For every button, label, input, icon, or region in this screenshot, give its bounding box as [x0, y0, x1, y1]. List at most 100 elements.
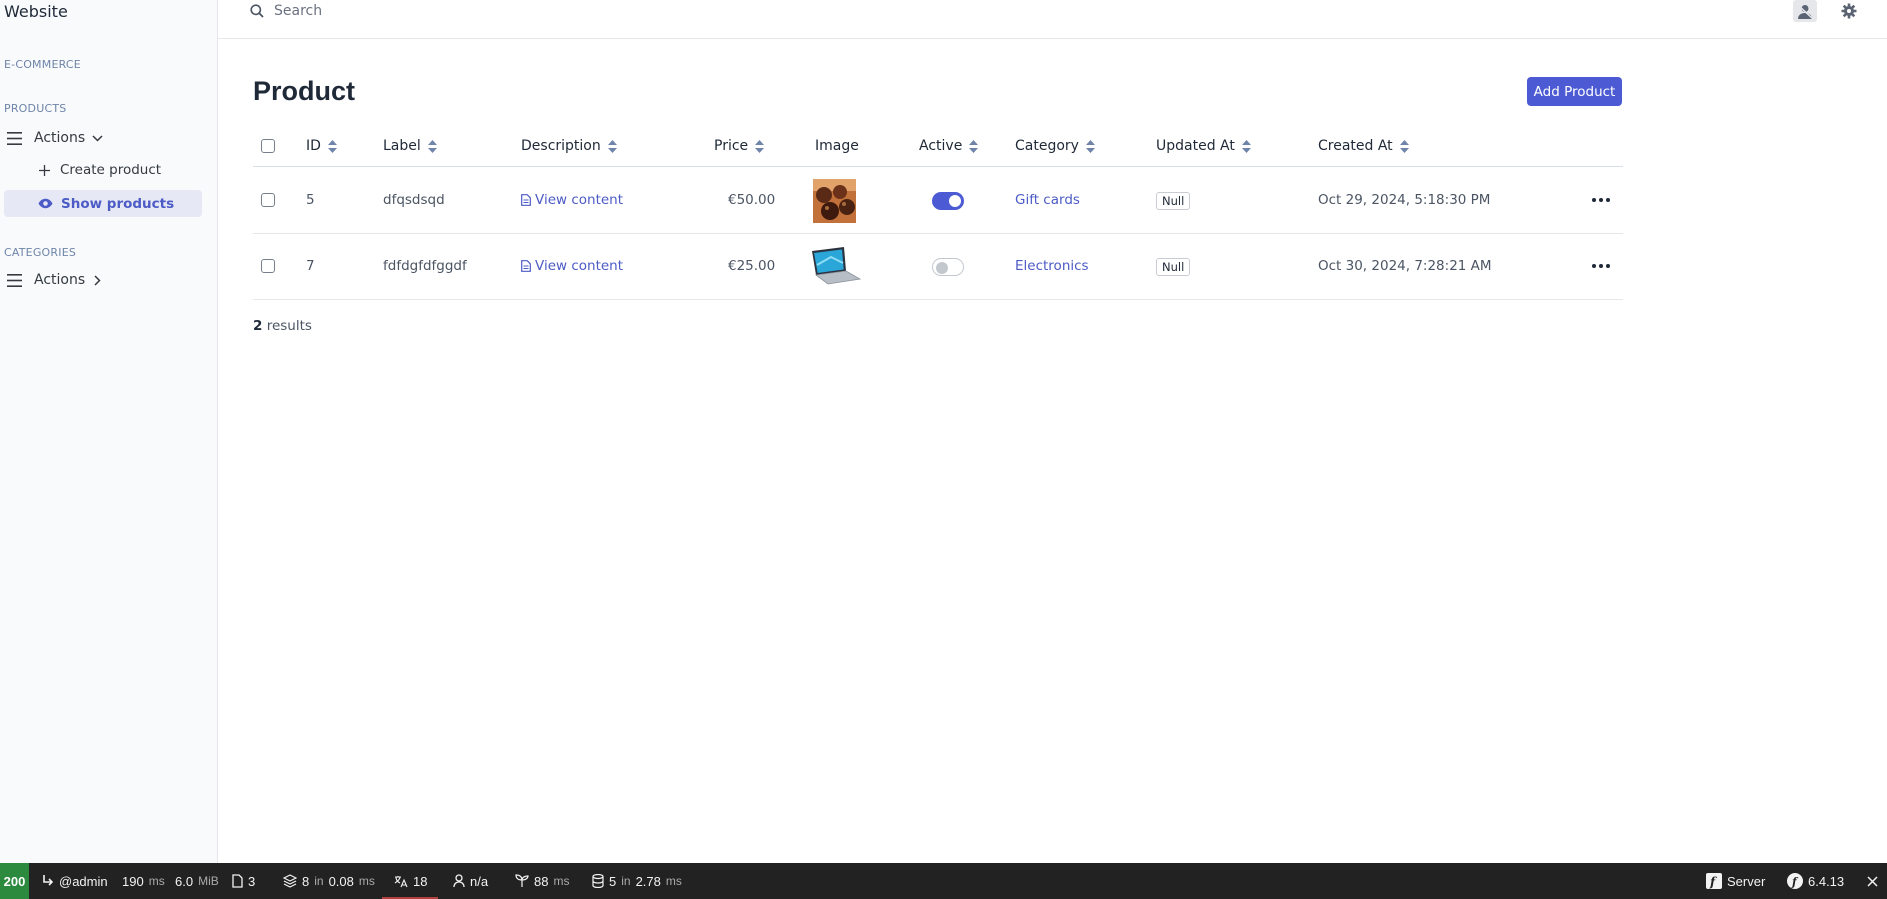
toolbar-user: @admin: [59, 873, 108, 889]
sort-icon: [427, 139, 437, 153]
chevron-right-icon: [94, 274, 101, 286]
sidebar-item-show-products[interactable]: Show products: [4, 190, 202, 217]
translations-count: 18: [413, 873, 428, 889]
time-value: 190: [122, 873, 144, 889]
memory-value: 6.0: [175, 873, 194, 889]
db-count: 5: [609, 873, 617, 889]
sidebar-item-create-product[interactable]: Create product: [39, 162, 161, 178]
category-link[interactable]: Electronics: [1015, 258, 1089, 274]
chevron-down-icon: [92, 134, 103, 142]
search-input[interactable]: [274, 3, 674, 19]
time-unit: ms: [148, 874, 165, 888]
column-label: Label: [383, 138, 421, 154]
memory-unit: MiB: [198, 874, 219, 888]
cache-in: in: [314, 874, 324, 888]
column-header-description[interactable]: Description: [521, 138, 617, 154]
toolbar-cache[interactable]: 8 in 0.08 ms: [283, 863, 375, 899]
table-header-divider: [253, 166, 1623, 167]
status-code-badge[interactable]: 200: [0, 863, 29, 899]
row-divider: [253, 299, 1623, 300]
db-time: 2.78: [635, 873, 661, 889]
cache-count: 8: [302, 873, 310, 889]
person-icon: [453, 874, 465, 888]
row-actions-menu[interactable]: [1588, 260, 1614, 272]
hamburger-icon: [7, 131, 22, 145]
add-product-button[interactable]: Add Product: [1527, 77, 1622, 106]
toolbar-forms[interactable]: 3: [232, 863, 255, 899]
column-label: ID: [306, 138, 321, 154]
brand-title[interactable]: Website: [4, 2, 68, 21]
create-product-label: Create product: [60, 162, 162, 178]
row-checkbox[interactable]: [261, 259, 275, 273]
db-in: in: [621, 874, 631, 888]
toolbar-security[interactable]: n/a: [453, 863, 488, 899]
twig-time: 88: [534, 873, 549, 889]
view-content-link[interactable]: View content: [521, 258, 623, 274]
column-label: Active: [919, 138, 963, 154]
results-label: results: [266, 318, 312, 334]
category-link[interactable]: Gift cards: [1015, 192, 1080, 208]
toolbar-translations[interactable]: 18: [394, 863, 427, 899]
toolbar-database[interactable]: 5 in 2.78 ms: [592, 863, 682, 899]
view-content-label: View content: [535, 192, 624, 208]
route-arrow-icon: [43, 875, 54, 886]
row-actions-menu[interactable]: [1588, 194, 1614, 206]
categories-actions-menu[interactable]: Actions: [7, 272, 101, 288]
view-content-link[interactable]: View content: [521, 192, 623, 208]
settings-button[interactable]: [1838, 0, 1860, 22]
column-header-category[interactable]: Category: [1015, 138, 1095, 154]
toolbar-symfony-version[interactable]: f 6.4.13: [1787, 863, 1844, 899]
sort-icon: [1241, 139, 1251, 153]
eye-icon: [38, 198, 53, 209]
column-header-price[interactable]: Price: [714, 138, 765, 154]
cell-label: dfqsdsqd: [383, 192, 445, 208]
user-icon: [1797, 3, 1813, 19]
column-label: Image: [815, 138, 859, 154]
products-actions-menu[interactable]: Actions: [7, 130, 103, 146]
sidebar: Website E-COMMERCE PRODUCTS Actions Crea…: [0, 0, 218, 863]
toggle-knob: [949, 195, 961, 207]
active-toggle[interactable]: [932, 258, 964, 276]
document-icon: [521, 194, 531, 206]
product-image-laptop[interactable]: [808, 245, 862, 285]
toolbar-server[interactable]: f Server: [1706, 863, 1765, 899]
toolbar-route[interactable]: @admin: [42, 863, 108, 899]
results-count: 2 results: [253, 318, 312, 334]
sort-icon: [969, 139, 979, 153]
toggle-knob: [936, 261, 948, 274]
cell-price: €25.00: [728, 258, 776, 274]
cell-created-at: Oct 30, 2024, 7:28:21 AM: [1318, 258, 1492, 274]
symfony-logo-icon: f: [1706, 873, 1722, 889]
search-box[interactable]: [250, 0, 674, 22]
user-menu-button[interactable]: [1793, 0, 1817, 22]
cache-layers-icon: [283, 874, 297, 888]
cell-id: 5: [306, 192, 315, 208]
column-label: Updated At: [1156, 138, 1235, 154]
cell-id: 7: [306, 258, 315, 274]
search-icon: [250, 4, 264, 18]
cell-price: €50.00: [728, 192, 776, 208]
column-header-updated-at[interactable]: Updated At: [1156, 138, 1251, 154]
section-products: PRODUCTS: [4, 102, 67, 115]
translation-icon: [394, 875, 408, 887]
page-title: Product: [253, 76, 356, 106]
toolbar-memory[interactable]: 6.0 MiB: [175, 863, 219, 899]
active-toggle[interactable]: [932, 192, 964, 210]
toolbar-twig[interactable]: 88 ms: [515, 863, 569, 899]
column-header-id[interactable]: ID: [306, 138, 337, 154]
cell-label: fdfdgfdfggdf: [383, 258, 467, 274]
results-number: 2: [253, 318, 263, 334]
select-all-checkbox[interactable]: [261, 139, 275, 153]
null-badge: Null: [1156, 258, 1191, 276]
toolbar-close-button[interactable]: [1867, 863, 1878, 899]
row-checkbox[interactable]: [261, 193, 275, 207]
product-image-chocolates[interactable]: [813, 179, 856, 223]
column-header-label[interactable]: Label: [383, 138, 437, 154]
column-label: Description: [521, 138, 601, 154]
symfony-circle-logo-icon: f: [1787, 873, 1803, 889]
column-header-active[interactable]: Active: [919, 138, 979, 154]
toolbar-time[interactable]: 190 ms: [122, 863, 165, 899]
column-label: Created At: [1318, 138, 1393, 154]
column-header-created-at[interactable]: Created At: [1318, 138, 1409, 154]
db-unit: ms: [665, 874, 682, 888]
